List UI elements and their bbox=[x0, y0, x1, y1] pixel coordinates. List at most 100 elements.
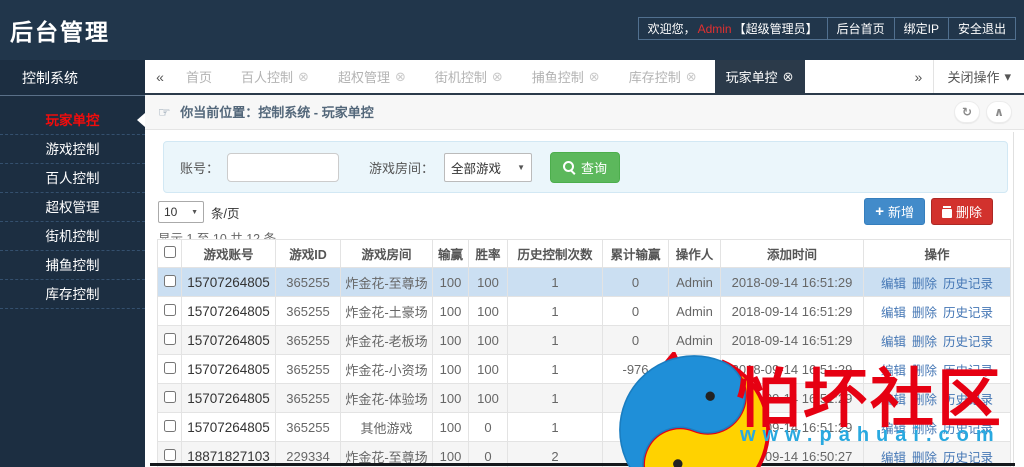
row-actions-cell: 编辑 删除 历史记录 bbox=[863, 383, 1011, 413]
action-delete-link[interactable]: 删除 bbox=[912, 393, 937, 407]
close-operations-dropdown[interactable]: 关闭操作 ▾ bbox=[933, 60, 1024, 93]
select-caret-icon: ▼ bbox=[191, 208, 198, 216]
tab-close-icon[interactable]: ⊗ bbox=[589, 69, 600, 85]
sidebar-item-stock-control[interactable]: 库存控制 bbox=[0, 280, 145, 309]
row-checkbox-cell bbox=[157, 383, 182, 413]
cell: 15707264805 bbox=[181, 354, 276, 384]
username: Admin bbox=[697, 21, 732, 36]
room-label: 游戏房间： bbox=[369, 160, 435, 176]
action-history-link[interactable]: 历史记录 bbox=[943, 306, 993, 320]
tab-close-icon[interactable]: ⊗ bbox=[686, 69, 697, 85]
refresh-button[interactable]: ↻ bbox=[954, 101, 980, 123]
table-row: 15707264805 365255 炸金花-体验场 100 100 1 0 Admin 201… bbox=[157, 383, 1011, 413]
chevron-up-icon: ∧ bbox=[994, 104, 1004, 119]
action-edit-link[interactable]: 编辑 bbox=[881, 422, 906, 436]
row-actions-cell: 编辑 删除 历史记录 bbox=[863, 325, 1011, 355]
account-input[interactable] bbox=[227, 152, 340, 182]
column-header: 游戏账号 bbox=[181, 239, 276, 268]
action-edit-link[interactable]: 编辑 bbox=[881, 335, 906, 349]
row-checkbox[interactable] bbox=[163, 390, 176, 403]
row-checkbox-cell bbox=[157, 412, 182, 442]
tab-scroll-right-button[interactable]: » bbox=[903, 60, 933, 93]
row-checkbox[interactable] bbox=[163, 419, 176, 432]
tab-stock-control[interactable]: 库存控制 ⊗ bbox=[618, 60, 708, 93]
action-delete-link[interactable]: 删除 bbox=[912, 422, 937, 436]
delete-button[interactable]: 删除 bbox=[930, 198, 993, 225]
row-checkbox[interactable] bbox=[163, 361, 176, 374]
cell: 其他游戏 bbox=[340, 412, 433, 442]
tab-bar: « 首页 百人控制 ⊗ 超权管理 ⊗ 街机控制 ⊗ 捕鱼控制 ⊗ 库存控制 ⊗ 玩家单控 ⊗ » 关闭操… bbox=[145, 60, 1024, 95]
search-button[interactable]: 查询 bbox=[550, 151, 621, 183]
action-delete-link[interactable]: 删除 bbox=[912, 364, 937, 378]
collapse-button[interactable]: ∧ bbox=[986, 101, 1012, 123]
tab-hundred-control[interactable]: 百人控制 ⊗ bbox=[230, 60, 320, 93]
select-all-checkbox[interactable] bbox=[163, 246, 176, 258]
action-delete-link[interactable]: 删除 bbox=[912, 306, 937, 320]
cell: 2018-09-14 16:51:29 bbox=[720, 383, 864, 413]
tab-close-icon[interactable]: ⊗ bbox=[395, 69, 406, 85]
action-edit-link[interactable]: 编辑 bbox=[881, 393, 906, 407]
row-actions-cell: 编辑 删除 历史记录 bbox=[863, 354, 1011, 384]
tab-player-single-control[interactable]: 玩家单控 ⊗ bbox=[714, 60, 805, 93]
action-history-link[interactable]: 历史记录 bbox=[943, 277, 993, 291]
page-size-select[interactable]: 10 ▼ bbox=[158, 201, 204, 223]
trash-icon bbox=[941, 205, 952, 218]
sidebar-item-player-single-control[interactable]: 玩家单控 bbox=[0, 106, 145, 135]
sidebar-item-label: 游戏控制 bbox=[45, 142, 100, 157]
refresh-icon: ↻ bbox=[961, 104, 973, 119]
action-edit-link[interactable]: 编辑 bbox=[881, 306, 906, 320]
tab-scroll-left-button[interactable]: « bbox=[145, 60, 175, 93]
user-bar: 欢迎您， Admin 【超级管理员】 后台首页 绑定IP 安全退出 bbox=[637, 17, 1016, 40]
cell: 2018-09-14 16:51:29 bbox=[720, 354, 864, 384]
tab-arcade-control[interactable]: 街机控制 ⊗ bbox=[424, 60, 514, 93]
records-table: 游戏账号 游戏ID 游戏房间 输赢 胜率 历史控制次数 累计输赢 操作人 添加时间 操作 1570… bbox=[157, 239, 1011, 467]
account-label: 账号： bbox=[180, 160, 220, 176]
cell: Admin bbox=[668, 383, 721, 413]
tab-super-manage[interactable]: 超权管理 ⊗ bbox=[327, 60, 417, 93]
cell: 1 bbox=[507, 325, 603, 355]
row-checkbox[interactable] bbox=[163, 332, 176, 345]
action-delete-link[interactable]: 删除 bbox=[912, 277, 937, 291]
cell: 炸金花-土豪场 bbox=[340, 296, 433, 326]
cell: 2018-09-14 16:51:29 bbox=[720, 296, 864, 326]
row-checkbox-cell bbox=[157, 267, 182, 297]
cell: 2018-09-14 16:51:29 bbox=[720, 267, 864, 297]
sidebar-item-hundred-control[interactable]: 百人控制 bbox=[0, 164, 145, 193]
tab-close-icon[interactable]: ⊗ bbox=[298, 69, 309, 85]
row-checkbox[interactable] bbox=[163, 448, 176, 461]
row-checkbox[interactable] bbox=[163, 274, 176, 287]
tab-fishing-control[interactable]: 捕鱼控制 ⊗ bbox=[521, 60, 611, 93]
room-select[interactable]: 全部游戏 ▼ bbox=[444, 152, 533, 182]
breadcrumb: ☞ 你当前位置：控制系统 - 玩家单控 ↻ ∧ bbox=[145, 95, 1024, 130]
sidebar-item-arcade-control[interactable]: 街机控制 bbox=[0, 222, 145, 251]
header-link-bind-ip[interactable]: 绑定IP bbox=[893, 18, 948, 39]
sidebar-item-label: 街机控制 bbox=[45, 229, 100, 244]
action-history-link[interactable]: 历史记录 bbox=[943, 335, 993, 349]
action-edit-link[interactable]: 编辑 bbox=[881, 364, 906, 378]
sidebar-item-fishing-control[interactable]: 捕鱼控制 bbox=[0, 251, 145, 280]
scroll-right-icon: » bbox=[914, 68, 923, 85]
sidebar-item-game-control[interactable]: 游戏控制 bbox=[0, 135, 145, 164]
action-edit-link[interactable]: 编辑 bbox=[881, 277, 906, 291]
sidebar-item-super-manage[interactable]: 超权管理 bbox=[0, 193, 145, 222]
action-history-link[interactable]: 历史记录 bbox=[943, 393, 993, 407]
table-header-row: 游戏账号 游戏ID 游戏房间 输赢 胜率 历史控制次数 累计输赢 操作人 添加时间 操作 bbox=[157, 239, 1011, 268]
cell: 0 bbox=[602, 267, 669, 297]
tab-close-icon[interactable]: ⊗ bbox=[783, 69, 794, 85]
tab-home[interactable]: 首页 bbox=[175, 60, 223, 93]
action-delete-link[interactable]: 删除 bbox=[912, 335, 937, 349]
header-link-logout[interactable]: 安全退出 bbox=[947, 18, 1015, 39]
tab-label: 超权管理 bbox=[337, 70, 390, 85]
row-checkbox[interactable] bbox=[163, 303, 176, 316]
action-history-link[interactable]: 历史记录 bbox=[943, 364, 993, 378]
row-checkbox-cell bbox=[157, 296, 182, 326]
tab-close-icon[interactable]: ⊗ bbox=[492, 69, 503, 85]
add-button[interactable]: + 新增 bbox=[864, 198, 925, 225]
tab-label: 百人控制 bbox=[241, 70, 294, 85]
action-history-link[interactable]: 历史记录 bbox=[943, 422, 993, 436]
cell: 100 bbox=[468, 296, 508, 326]
row-actions-cell: 编辑 删除 历史记录 bbox=[863, 412, 1011, 442]
cell: 炸金花-老板场 bbox=[340, 325, 433, 355]
header-link-home[interactable]: 后台首页 bbox=[826, 18, 894, 39]
table-body: 15707264805 365255 炸金花-至尊场 100 100 1 0 Admin 201… bbox=[157, 267, 1011, 467]
